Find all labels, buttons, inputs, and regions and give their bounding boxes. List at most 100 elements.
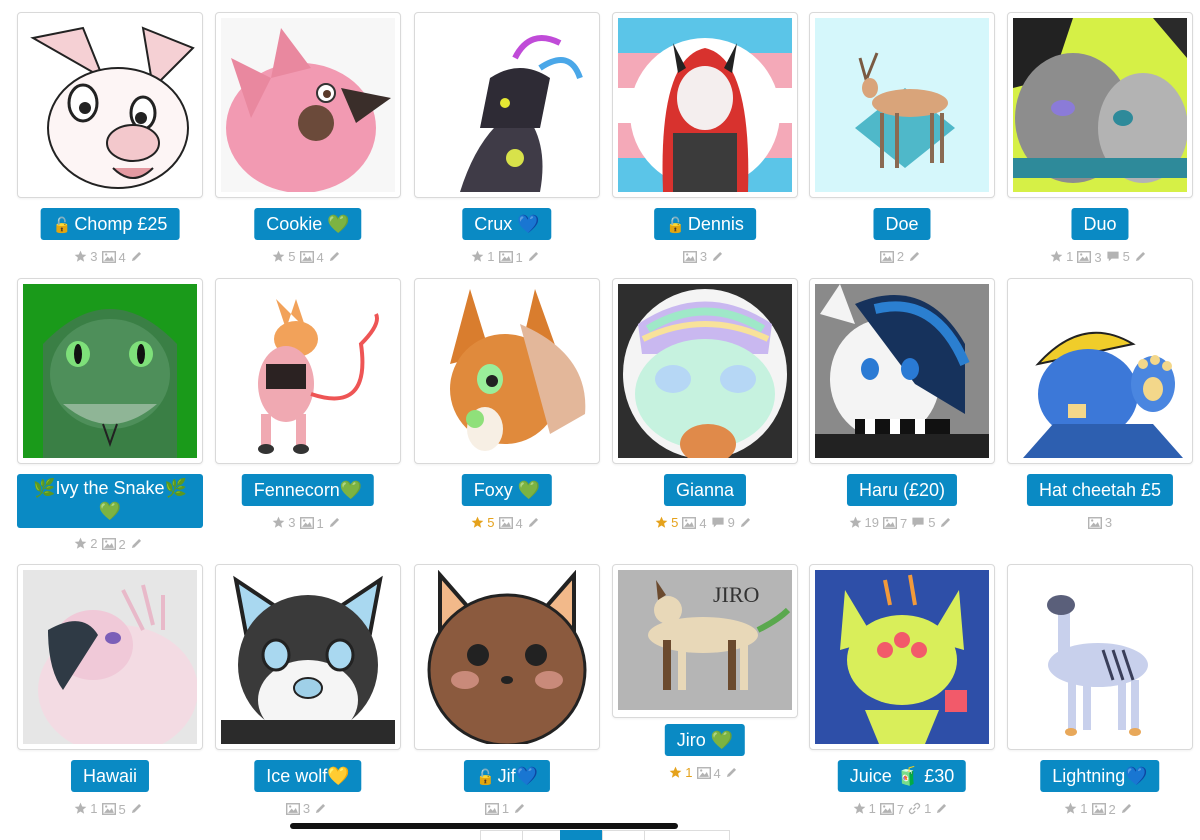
character-art bbox=[221, 18, 395, 192]
stat-count: 19 bbox=[864, 515, 879, 530]
character-name-button[interactable]: 🔓 Jif💙 bbox=[463, 760, 551, 792]
stat-count: 3 bbox=[699, 249, 708, 264]
image-icon bbox=[101, 538, 119, 550]
character-name-button[interactable]: Cookie 💚 bbox=[254, 208, 362, 240]
stat-count: 1 bbox=[487, 249, 495, 264]
character-art bbox=[23, 18, 197, 192]
stat-pencil[interactable] bbox=[130, 250, 146, 263]
character-name-button[interactable]: Hat cheetah £5 bbox=[1026, 474, 1174, 506]
stat-link: 1 bbox=[908, 801, 931, 816]
stat-pencil[interactable] bbox=[513, 802, 529, 815]
character-thumbnail[interactable] bbox=[17, 12, 203, 198]
comment-icon bbox=[911, 516, 928, 529]
character-stats: 3 bbox=[1007, 515, 1193, 532]
stat-pencil[interactable] bbox=[328, 516, 344, 529]
stat-pencil[interactable] bbox=[1134, 250, 1150, 263]
character-art bbox=[815, 284, 989, 458]
character-thumbnail[interactable] bbox=[17, 278, 203, 464]
character-name-button[interactable]: Foxy 💚 bbox=[461, 474, 553, 506]
character-name-button[interactable]: Fennecorn💚 bbox=[241, 474, 375, 506]
stat-pencil[interactable] bbox=[711, 250, 727, 263]
stat-count: 3 bbox=[1094, 249, 1102, 265]
character-thumbnail[interactable] bbox=[1007, 278, 1193, 464]
image-icon bbox=[299, 517, 317, 529]
stat-image: 3 bbox=[1087, 515, 1112, 530]
character-thumbnail[interactable] bbox=[809, 278, 995, 464]
stat-pencil[interactable] bbox=[527, 250, 543, 263]
stat-image: 4 bbox=[696, 766, 721, 781]
character-name-button[interactable]: Jiro 💚 bbox=[664, 724, 746, 756]
stat-count: 5 bbox=[928, 515, 936, 530]
character-thumbnail[interactable] bbox=[1007, 564, 1193, 750]
character-thumbnail[interactable] bbox=[414, 278, 600, 464]
character-thumbnail[interactable] bbox=[414, 564, 600, 750]
home-indicator[interactable] bbox=[290, 823, 678, 829]
character-name-button[interactable]: Juice 🧃 £30 bbox=[837, 760, 967, 792]
pencil-icon bbox=[130, 802, 146, 815]
pencil-icon bbox=[908, 250, 924, 263]
character-name-button[interactable]: Gianna bbox=[663, 474, 747, 506]
character-art bbox=[1013, 18, 1187, 192]
character-art bbox=[23, 570, 197, 744]
character-name-button[interactable]: Duo bbox=[1071, 208, 1129, 240]
stat-pencil[interactable] bbox=[1120, 802, 1136, 815]
stat-pencil[interactable] bbox=[314, 802, 330, 815]
character-thumbnail[interactable] bbox=[612, 278, 798, 464]
pencil-icon bbox=[935, 802, 951, 815]
stat-count: 7 bbox=[900, 515, 908, 531]
stat-image: 5 bbox=[101, 802, 126, 817]
stat-pencil[interactable] bbox=[328, 250, 344, 263]
stat-star-gold: 5 bbox=[655, 515, 678, 530]
stat-image: 4 bbox=[101, 250, 126, 265]
character-name-button[interactable]: Crux 💙 bbox=[462, 208, 552, 240]
character-name: Juice 🧃 £30 bbox=[849, 766, 955, 786]
character-name-button[interactable]: Doe bbox=[873, 208, 931, 240]
stat-count: 1 bbox=[501, 801, 510, 816]
star-icon bbox=[272, 250, 288, 263]
stat-pencil[interactable] bbox=[130, 537, 146, 550]
stat-pencil[interactable] bbox=[725, 766, 741, 779]
character-thumbnail[interactable] bbox=[215, 12, 401, 198]
stat-count: 2 bbox=[118, 536, 126, 552]
star-icon bbox=[272, 516, 288, 529]
stat-pencil[interactable] bbox=[130, 802, 146, 815]
character-name: Duo bbox=[1083, 214, 1117, 234]
character-name: Foxy 💚 bbox=[473, 480, 541, 500]
star-icon bbox=[849, 516, 865, 529]
stat-pencil[interactable] bbox=[939, 516, 955, 529]
stat-star: 1 bbox=[853, 801, 876, 816]
stat-count: 3 bbox=[302, 801, 311, 816]
character-name-button[interactable]: Hawaii bbox=[70, 760, 150, 792]
character-name-button[interactable]: Haru (£20) bbox=[846, 474, 958, 506]
character-thumbnail[interactable] bbox=[809, 12, 995, 198]
character-thumbnail[interactable] bbox=[215, 278, 401, 464]
character-art bbox=[420, 570, 594, 744]
character-name-button[interactable]: Ice wolf💛 bbox=[254, 760, 362, 792]
character-thumbnail[interactable] bbox=[1007, 12, 1193, 198]
character-thumbnail[interactable] bbox=[215, 564, 401, 750]
character-thumbnail[interactable] bbox=[612, 12, 798, 198]
character-thumbnail[interactable] bbox=[17, 564, 203, 750]
pencil-icon bbox=[130, 250, 146, 263]
stat-image: 3 bbox=[285, 801, 311, 816]
character-art bbox=[420, 18, 594, 192]
character-stats: 2 bbox=[809, 249, 995, 266]
character-thumbnail[interactable]: JIRO bbox=[612, 564, 798, 718]
stat-count: 1 bbox=[316, 515, 324, 531]
character-name-button[interactable]: 🔓 Chomp £25 bbox=[40, 208, 180, 240]
star-icon bbox=[669, 766, 685, 779]
stat-count: 2 bbox=[1108, 801, 1116, 817]
stat-count: 2 bbox=[896, 249, 905, 264]
stat-pencil[interactable] bbox=[908, 250, 924, 263]
stat-star: 5 bbox=[272, 249, 296, 264]
stat-pencil[interactable] bbox=[739, 516, 755, 529]
character-name: Jif💙 bbox=[497, 766, 539, 786]
character-name-button[interactable]: Lightning💙 bbox=[1040, 760, 1160, 792]
stat-pencil[interactable] bbox=[527, 516, 543, 529]
character-thumbnail[interactable] bbox=[414, 12, 600, 198]
character-name: Hawaii bbox=[82, 766, 138, 786]
character-thumbnail[interactable] bbox=[809, 564, 995, 750]
character-name-button[interactable]: 🌿Ivy the Snake🌿💚 bbox=[17, 474, 203, 528]
character-name-button[interactable]: 🔓 Dennis bbox=[654, 208, 756, 240]
stat-pencil[interactable] bbox=[935, 802, 951, 815]
